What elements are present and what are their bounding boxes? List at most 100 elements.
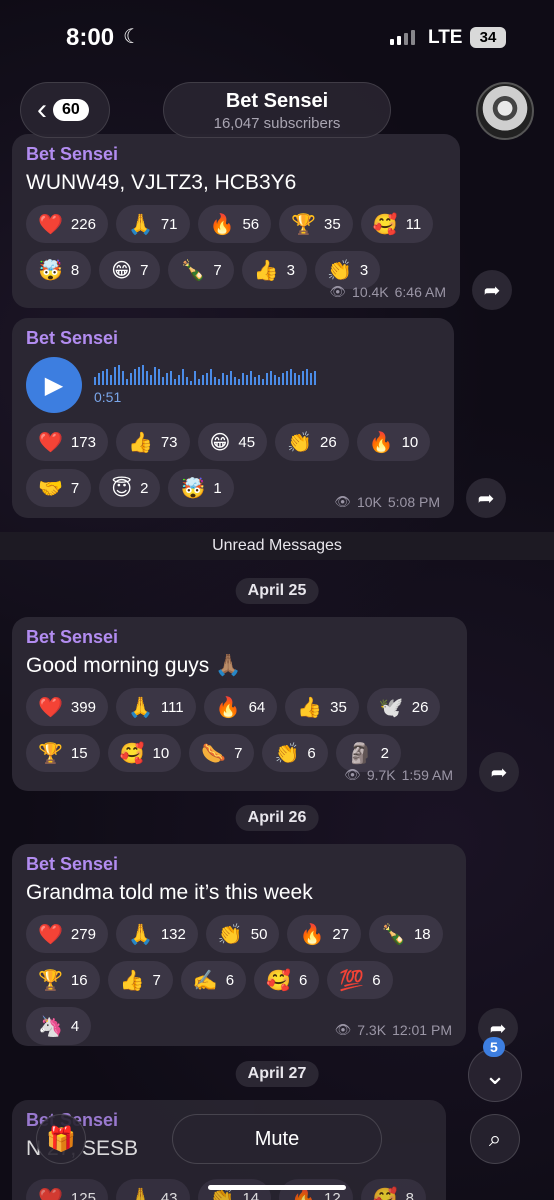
search-button[interactable]: ⌕ bbox=[470, 1114, 520, 1164]
reaction-emoji: 🥰 bbox=[119, 742, 145, 765]
reaction-chip[interactable]: 🏆 16 bbox=[26, 961, 100, 999]
gift-button[interactable]: 🎁 bbox=[36, 1114, 86, 1164]
reaction-chip[interactable]: 👍 7 bbox=[107, 961, 173, 999]
reaction-chip[interactable]: 🌭 7 bbox=[189, 734, 255, 772]
reaction-chip[interactable]: 👏 50 bbox=[205, 915, 280, 953]
reaction-chip[interactable]: 😁 7 bbox=[99, 251, 161, 289]
chat-header: ‹ 60 Bet Sensei 16,047 subscribers bbox=[0, 82, 554, 140]
reaction-chip[interactable]: 🙏 71 bbox=[115, 205, 190, 243]
reaction-emoji: 🤝 bbox=[38, 477, 63, 500]
reaction-chip[interactable]: ❤️ 399 bbox=[26, 688, 108, 726]
message-text: WUNW49, VJLTZ3, HCB3Y6 bbox=[26, 171, 297, 194]
reaction-chip[interactable]: 🍾 18 bbox=[369, 915, 443, 953]
reaction-chip[interactable]: 👍 3 bbox=[241, 251, 307, 289]
reaction-chip[interactable]: 💯 6 bbox=[327, 961, 393, 999]
reaction-count: 399 bbox=[70, 698, 96, 716]
reaction-chip[interactable]: 😇 2 bbox=[99, 469, 161, 507]
waveform-bar bbox=[134, 369, 136, 385]
reaction-count: 8 bbox=[70, 261, 80, 279]
reaction-chip[interactable]: 🔥 27 bbox=[287, 915, 362, 953]
waveform-bar bbox=[126, 379, 128, 385]
reaction-count: 7 bbox=[152, 971, 161, 989]
reaction-chip[interactable]: 👏 26 bbox=[275, 423, 349, 461]
message-sender: Bet Sensei bbox=[26, 627, 119, 647]
reaction-chip[interactable]: 🙏 132 bbox=[115, 915, 198, 953]
share-button[interactable]: ➦ bbox=[472, 270, 512, 310]
reaction-chip[interactable]: 🍾 7 bbox=[168, 251, 234, 289]
reaction-count: 7 bbox=[213, 261, 222, 279]
waveform-bar bbox=[226, 375, 228, 385]
scroll-down-button[interactable]: 5 ⌄ bbox=[468, 1037, 522, 1102]
reaction-count: 132 bbox=[160, 925, 186, 943]
reactions-row: ❤️ 399 🙏 111 🔥 64 👍 35 🕊️ 26 🏆 15 🥰 10 🌭 7 👏 6 🗿 2 bbox=[26, 688, 453, 772]
reaction-chip[interactable]: ❤️ 173 bbox=[26, 423, 108, 461]
reaction-chip[interactable]: 🏆 15 bbox=[26, 734, 100, 772]
view-count: 10.4K bbox=[352, 284, 389, 300]
share-button[interactable]: ➦ bbox=[466, 478, 506, 518]
avatar[interactable] bbox=[476, 82, 534, 140]
reaction-chip[interactable]: 🕊️ 26 bbox=[366, 688, 441, 726]
reaction-emoji: 🤯 bbox=[38, 259, 63, 282]
reaction-emoji: 👍 bbox=[119, 969, 145, 992]
play-button[interactable]: ▶ bbox=[26, 357, 82, 413]
message-bubble[interactable]: Bet Sensei ▶ 0:51 ❤️ 173 👍 73 😁 45 👏 26 🔥 10 🤝 7 😇 2 🤯… bbox=[12, 318, 454, 518]
reaction-chip[interactable]: 👍 35 bbox=[285, 688, 359, 726]
reaction-chip[interactable]: ✍️ 6 bbox=[180, 961, 247, 999]
reaction-count: 10 bbox=[152, 744, 170, 762]
reactions-row: ❤️ 226 🙏 71 🔥 56 🏆 35 🥰 11 🤯 8 😁 7 🍾 7 👍 3 👏 3 bbox=[26, 205, 446, 289]
view-count: 7.3K bbox=[357, 1022, 387, 1038]
reaction-chip[interactable]: 🤯 8 bbox=[26, 251, 92, 289]
reaction-count: 226 bbox=[70, 215, 96, 233]
waveform-bar bbox=[290, 369, 292, 385]
reaction-count: 4 bbox=[70, 1017, 80, 1035]
message-bubble[interactable]: Bet Sensei WUNW49, VJLTZ3, HCB3Y6 ❤️ 226 🙏… bbox=[12, 134, 460, 308]
reaction-chip[interactable]: 🔥 56 bbox=[197, 205, 272, 243]
waveform-bar bbox=[130, 373, 132, 385]
reaction-count: 71 bbox=[160, 215, 178, 233]
message-bubble[interactable]: Bet Sensei Grandma told me it’s this wee… bbox=[12, 844, 466, 1046]
waveform-bar bbox=[114, 367, 116, 385]
channel-title-button[interactable]: Bet Sensei 16,047 subscribers bbox=[163, 82, 391, 138]
reaction-chip[interactable]: 🏆 35 bbox=[279, 205, 353, 243]
waveform-bar bbox=[294, 373, 296, 385]
reaction-chip[interactable]: ❤️ 226 bbox=[26, 205, 108, 243]
message-time: 5:08 PM bbox=[387, 494, 440, 510]
reaction-emoji: 🗿 bbox=[347, 742, 373, 765]
reaction-emoji: 🦄 bbox=[38, 1015, 63, 1038]
mute-button[interactable]: Mute bbox=[172, 1114, 382, 1164]
reaction-chip[interactable]: 👍 73 bbox=[115, 423, 190, 461]
reaction-chip[interactable]: 🔥 10 bbox=[356, 423, 431, 461]
reaction-chip[interactable]: ❤️ 279 bbox=[26, 915, 108, 953]
reaction-chip[interactable]: 🥰 6 bbox=[254, 961, 320, 999]
share-button[interactable]: ➦ bbox=[479, 752, 519, 792]
waveform-bar bbox=[266, 373, 268, 385]
reaction-chip[interactable]: 🤝 7 bbox=[26, 469, 92, 507]
reaction-chip[interactable]: 🥰 10 bbox=[107, 734, 182, 772]
reaction-count: 10 bbox=[401, 433, 419, 451]
reaction-count: 2 bbox=[380, 744, 389, 762]
reaction-chip[interactable]: 😁 45 bbox=[197, 423, 268, 461]
reaction-chip[interactable]: 👏 6 bbox=[262, 734, 328, 772]
message-time: 12:01 PM bbox=[392, 1022, 452, 1038]
reaction-emoji: 🙏 bbox=[127, 923, 153, 946]
reaction-chip[interactable]: 🔥 64 bbox=[203, 688, 278, 726]
audio-waveform[interactable] bbox=[94, 365, 316, 385]
network-label: LTE bbox=[428, 27, 463, 48]
waveform-bar bbox=[210, 369, 212, 385]
reaction-emoji: 🙏 bbox=[127, 696, 153, 719]
waveform-bar bbox=[182, 369, 184, 385]
reaction-emoji: 🙏 bbox=[127, 213, 153, 236]
reaction-chip[interactable]: 🦄 4 bbox=[26, 1007, 92, 1045]
waveform-bar bbox=[166, 373, 168, 385]
reaction-chip[interactable]: 🙏 111 bbox=[115, 688, 196, 726]
message-meta: 👁 10K 5:08 PM bbox=[334, 494, 440, 510]
eye-icon: 👁 bbox=[344, 767, 361, 782]
reaction-chip[interactable]: 🥰 11 bbox=[360, 205, 434, 243]
reaction-emoji: 🏆 bbox=[291, 213, 317, 236]
waveform-bar bbox=[222, 373, 224, 385]
back-button[interactable]: ‹ 60 bbox=[20, 82, 110, 138]
subscriber-count: 16,047 subscribers bbox=[213, 115, 341, 132]
reaction-chip[interactable]: 🤯 1 bbox=[168, 469, 234, 507]
message-bubble[interactable]: Bet Sensei Good morning guys 🙏🏽 ❤️ 399 🙏 11… bbox=[12, 617, 467, 791]
reaction-emoji: 👍 bbox=[297, 696, 323, 719]
